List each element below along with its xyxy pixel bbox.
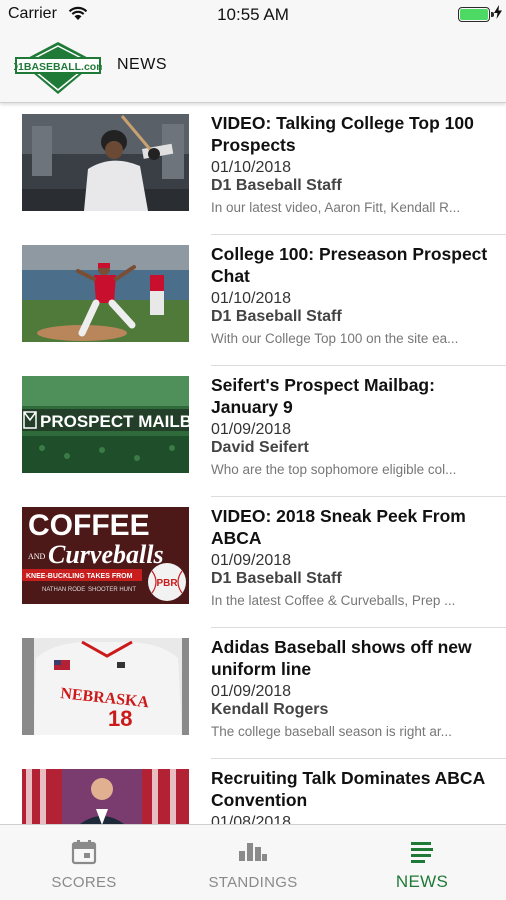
battery-icon: [458, 7, 494, 22]
svg-text:SHOOTER HUNT: SHOOTER HUNT: [88, 587, 136, 593]
news-thumbnail[interactable]: COFFEE AND Curveballs KNEE-BUCKLING TAKE…: [22, 507, 189, 604]
news-thumbnail[interactable]: [22, 245, 189, 342]
news-snippet: With our College Top 100 on the site ea.…: [211, 331, 459, 346]
tab-news[interactable]: NEWS: [338, 825, 506, 900]
app-header: D1BASEBALL.com NEWS: [0, 30, 506, 103]
news-author: David Seifert: [211, 439, 309, 456]
tab-label: STANDINGS: [208, 874, 298, 891]
tab-scores[interactable]: SCORES: [0, 825, 168, 900]
news-author: Kendall Rogers: [211, 701, 329, 718]
tab-bar: SCORES STANDINGS NEWS: [0, 824, 506, 900]
news-title[interactable]: College 100: Preseason Prospect Chat: [211, 243, 491, 287]
page-title: NEWS: [117, 56, 167, 73]
calendar-icon: [71, 839, 97, 870]
news-list[interactable]: VIDEO: Talking College Top 100 Prospects…: [0, 104, 506, 824]
list-icon: [409, 839, 435, 870]
news-thumbnail[interactable]: [22, 114, 189, 211]
news-item[interactable]: NEBRASKA 18 Adidas Baseball shows off ne…: [0, 628, 506, 759]
news-date: 01/09/2018: [211, 552, 292, 569]
news-author: D1 Baseball Staff: [211, 308, 342, 325]
svg-text:NATHAN RODE: NATHAN RODE: [42, 587, 85, 593]
news-date: 01/09/2018: [211, 683, 292, 700]
svg-text:KNEE-BUCKLING TAKES FROM: KNEE-BUCKLING TAKES FROM: [26, 573, 133, 580]
news-snippet: The college baseball season is right ar.…: [211, 724, 452, 739]
svg-text:18: 18: [108, 706, 132, 731]
news-author: D1 Baseball Staff: [211, 177, 342, 194]
tab-label: NEWS: [395, 872, 449, 891]
news-thumbnail[interactable]: [22, 769, 189, 824]
svg-text:D1BASEBALL.com: D1BASEBALL.com: [14, 61, 102, 73]
svg-text:Curveballs: Curveballs: [48, 540, 164, 569]
news-item[interactable]: Recruiting Talk Dominates ABCA Conventio…: [0, 759, 506, 824]
svg-text:AND: AND: [28, 552, 46, 561]
news-author: D1 Baseball Staff: [211, 570, 342, 587]
svg-text:COFFEE: COFFEE: [28, 509, 150, 542]
news-snippet: In the latest Coffee & Curveballs, Prep …: [211, 593, 456, 608]
news-date: 01/10/2018: [211, 159, 292, 176]
tab-label: SCORES: [51, 874, 117, 891]
news-date: 01/08/2018: [211, 814, 292, 824]
svg-text:PROSPECT MAILBA: PROSPECT MAILBA: [40, 412, 189, 431]
news-title[interactable]: Adidas Baseball shows off new uniform li…: [211, 636, 491, 680]
svg-text:PBR: PBR: [156, 578, 178, 589]
tab-standings[interactable]: STANDINGS: [169, 825, 337, 900]
news-title[interactable]: VIDEO: Talking College Top 100 Prospects: [211, 112, 491, 156]
news-title[interactable]: Seifert's Prospect Mailbag: January 9: [211, 374, 491, 418]
news-date: 01/10/2018: [211, 290, 292, 307]
news-thumbnail[interactable]: NEBRASKA 18: [22, 638, 189, 735]
news-date: 01/09/2018: [211, 421, 292, 438]
d1baseball-logo[interactable]: D1BASEBALL.com: [10, 40, 106, 96]
news-item[interactable]: VIDEO: Talking College Top 100 Prospects…: [0, 104, 506, 235]
charging-bolt-icon: [494, 5, 502, 22]
clock-time: 10:55 AM: [217, 5, 289, 24]
status-bar: Carrier 10:55 AM: [0, 0, 506, 30]
bar-chart-icon: [238, 839, 268, 868]
news-snippet: In our latest video, Aaron Fitt, Kendall…: [211, 200, 461, 215]
news-item[interactable]: PROSPECT MAILBA Seifert's Prospect Mailb…: [0, 366, 506, 497]
news-title[interactable]: VIDEO: 2018 Sneak Peek From ABCA: [211, 505, 491, 549]
news-title[interactable]: Recruiting Talk Dominates ABCA Conventio…: [211, 767, 491, 811]
news-thumbnail[interactable]: PROSPECT MAILBA: [22, 376, 189, 473]
news-item[interactable]: COFFEE AND Curveballs KNEE-BUCKLING TAKE…: [0, 497, 506, 628]
news-snippet: Who are the top sophomore eligible col..…: [211, 462, 457, 477]
news-item[interactable]: College 100: Preseason Prospect Chat 01/…: [0, 235, 506, 366]
